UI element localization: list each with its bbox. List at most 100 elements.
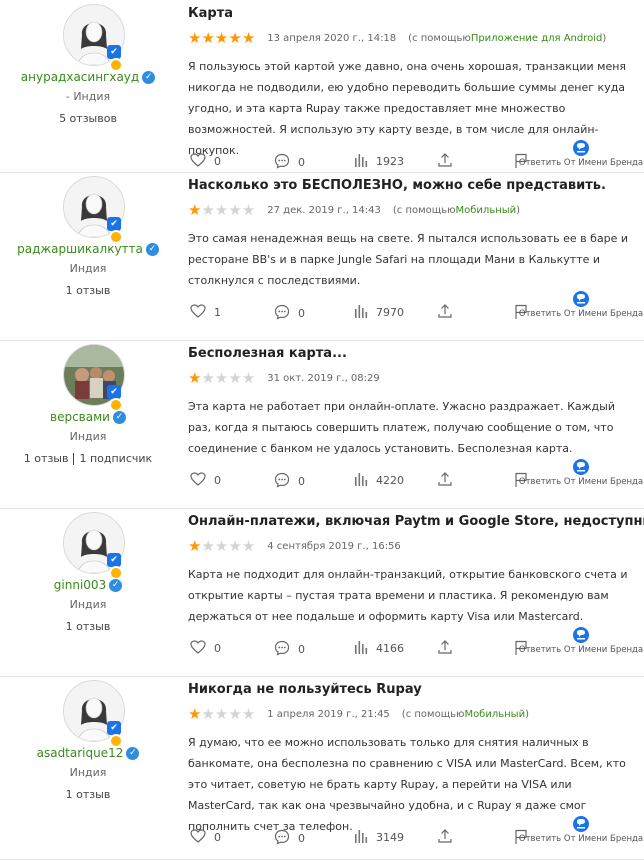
share-button[interactable] xyxy=(438,829,460,846)
user-country: - Индия xyxy=(65,90,111,103)
user-stat[interactable]: 1 отзыв xyxy=(66,620,111,633)
views-count: 4166 xyxy=(376,642,404,655)
like-count: 0 xyxy=(214,642,221,655)
views-bar-icon xyxy=(354,829,376,846)
like-button[interactable]: 0 xyxy=(190,829,221,846)
review-date: 4 сентября 2019 г., 16:56 xyxy=(267,540,401,552)
star-icon: ★ xyxy=(201,705,215,723)
user-stat[interactable]: 1 отзыв xyxy=(66,284,111,297)
star-icon: ★ xyxy=(228,201,242,219)
star-icon: ★ xyxy=(228,29,242,47)
review-title[interactable]: Онлайн-платежи, включая Paytm и Google S… xyxy=(188,514,644,529)
shield-badge-icon: ✔ xyxy=(107,385,121,399)
share-button[interactable] xyxy=(438,640,460,657)
user-stat[interactable]: 1 подписчик xyxy=(79,452,152,465)
star-icon: ★ xyxy=(214,705,229,723)
heart-icon xyxy=(190,829,214,846)
review-title[interactable]: Никогда не пользуйтесь Rupay xyxy=(188,682,422,697)
comment-button[interactable]: 0 xyxy=(274,472,305,491)
user-stat[interactable]: 5 отзывов xyxy=(59,112,117,125)
like-button[interactable]: 1 xyxy=(190,304,221,321)
share-button[interactable] xyxy=(438,472,460,489)
share-button[interactable] xyxy=(438,304,460,321)
review-item: ✔ asadtarique12 ✓ Индия 1 отзыв Никогда не по… xyxy=(0,676,644,860)
star-icon: ★ xyxy=(241,705,256,723)
shield-badge-icon: ✔ xyxy=(107,721,121,735)
views-bar-icon xyxy=(354,640,376,657)
review-meta: ★★★★★ 4 сентября 2019 г., 16:56 xyxy=(188,538,401,554)
star-icon: ★ xyxy=(188,201,202,219)
brand-reply-button[interactable]: Ответить От Имени Бренда xyxy=(518,139,644,168)
review-actions: 0 0 3149 Ответить От Имени Бренда xyxy=(188,816,644,849)
like-count: 0 xyxy=(214,831,221,844)
star-icon: ★ xyxy=(241,29,256,47)
brand-reply-icon xyxy=(518,139,644,157)
comment-count: 0 xyxy=(298,832,305,845)
user-stats: 5 отзывов xyxy=(0,112,176,125)
share-button[interactable] xyxy=(438,153,460,170)
star-icon: ★ xyxy=(228,369,242,387)
star-icon: ★ xyxy=(228,705,242,723)
heart-icon xyxy=(190,472,214,489)
review-title[interactable]: Бесполезная карта... xyxy=(188,346,347,361)
review-actions: 0 0 4166 Ответить От Имени Бренда xyxy=(188,627,644,660)
comment-button[interactable]: 0 xyxy=(274,153,305,172)
verified-check-icon: ✓ xyxy=(126,747,140,760)
star-icon: ★ xyxy=(188,537,202,555)
user-country: Индия xyxy=(69,766,107,779)
verified-check-icon: ✓ xyxy=(112,411,126,424)
review-title[interactable]: Карта xyxy=(188,6,233,21)
review-title[interactable]: Насколько это БЕСПОЛЕЗНО, можно себе пре… xyxy=(188,178,606,193)
verified-check-icon: ✓ xyxy=(145,243,159,256)
review-date: 31 окт. 2019 г., 08:29 xyxy=(267,372,380,384)
username-link[interactable]: asadtarique12 xyxy=(37,746,124,760)
username-link[interactable]: ginni003 xyxy=(54,578,106,592)
user-stats: 1 отзыв xyxy=(0,788,176,801)
brand-reply-label: Ответить От Имени Бренда xyxy=(518,158,644,168)
views-bar-icon xyxy=(354,153,376,170)
views-counter: 4166 xyxy=(354,640,404,657)
review-meta: ★★★★★ 31 окт. 2019 г., 08:29 xyxy=(188,370,380,386)
heart-icon xyxy=(190,640,214,657)
share-icon xyxy=(438,304,460,321)
like-button[interactable]: 0 xyxy=(190,472,221,489)
views-counter: 7970 xyxy=(354,304,404,321)
like-button[interactable]: 0 xyxy=(190,153,221,170)
views-count: 1923 xyxy=(376,155,404,168)
brand-reply-label: Ответить От Имени Бренда xyxy=(518,645,644,655)
brand-reply-button[interactable]: Ответить От Имени Бренда xyxy=(518,290,644,319)
brand-reply-label: Ответить От Имени Бренда xyxy=(518,477,644,487)
brand-reply-label: Ответить От Имени Бренда xyxy=(518,309,644,319)
comment-icon xyxy=(274,304,298,323)
brand-reply-button[interactable]: Ответить От Имени Бренда xyxy=(518,626,644,655)
verified-check-icon: ✓ xyxy=(142,71,156,84)
comment-button[interactable]: 0 xyxy=(274,829,305,848)
user-country: Индия xyxy=(69,598,107,611)
username-link[interactable]: анурадхасингхауд xyxy=(21,70,139,84)
comment-button[interactable]: 0 xyxy=(274,304,305,323)
star-icon: ★ xyxy=(201,369,215,387)
brand-reply-button[interactable]: Ответить От Имени Бренда xyxy=(518,815,644,844)
star-icon: ★ xyxy=(214,201,229,219)
views-bar-icon xyxy=(354,304,376,321)
user-stat[interactable]: 1 отзыв xyxy=(66,788,111,801)
username-row: ginni003 ✓ xyxy=(0,578,176,592)
shield-badge-icon: ✔ xyxy=(107,217,121,231)
username-link[interactable]: раджаршикалкутта xyxy=(17,242,143,256)
comment-count: 0 xyxy=(298,643,305,656)
brand-reply-button[interactable]: Ответить От Имени Бренда xyxy=(518,458,644,487)
review-source: (с помощьюМобильный) xyxy=(401,708,529,720)
user-stats: 1 отзыв xyxy=(0,284,176,297)
shield-badge-icon: ✔ xyxy=(107,45,121,59)
star-icon: ★ xyxy=(241,537,256,555)
comment-button[interactable]: 0 xyxy=(274,640,305,659)
review-date: 13 апреля 2020 г., 14:18 xyxy=(267,32,397,44)
source-link[interactable]: Мобильный xyxy=(464,709,525,720)
source-link[interactable]: Приложение для Android xyxy=(471,33,603,44)
like-button[interactable]: 0 xyxy=(190,640,221,657)
like-count: 0 xyxy=(214,474,221,487)
views-counter: 4220 xyxy=(354,472,404,489)
source-link[interactable]: Мобильный xyxy=(456,205,517,216)
user-stat[interactable]: 1 отзыв xyxy=(24,452,69,465)
username-link[interactable]: версвами xyxy=(50,410,110,424)
